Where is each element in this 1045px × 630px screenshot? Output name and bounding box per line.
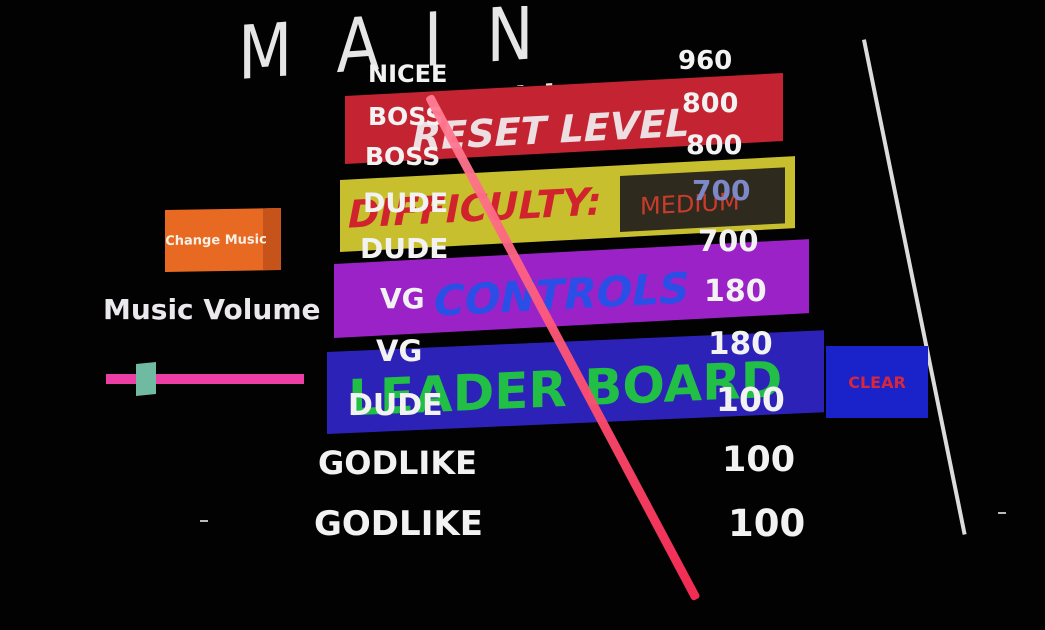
clear-label: CLEAR [848,372,906,392]
clear-leaderboard-button[interactable]: CLEAR [826,346,928,418]
leaderboard-score-7: 180 [708,326,773,362]
leaderboard-score-10: 100 [728,502,806,545]
leaderboard-score-1: 960 [678,46,733,76]
leaderboard-name-7: VG [376,334,423,368]
menu-border-line [862,39,967,535]
change-music-button[interactable]: Change Music [165,207,281,273]
leaderboard-name-6: VG [380,282,425,315]
leaderboard-name-3: BOSS [365,142,441,171]
music-volume-label: Music Volume [103,293,321,326]
leaderboard-name-4: DUDE [363,188,449,219]
vr-main-menu-scene: MAIN MENU RESET LEVEL DIFFICULTY: MEDIUM… [0,0,1045,630]
change-music-label: Change Music [165,231,267,249]
divider-mark-right [998,512,1006,514]
leaderboard-name-10: GODLIKE [314,504,483,544]
main-menu-title: MAIN MENU [238,6,898,86]
leaderboard-score-4: 700 [692,174,751,207]
leaderboard-name-1: NICEE [368,60,448,88]
leaderboard-score-2: 800 [682,88,739,119]
divider-mark-left [200,520,208,522]
leaderboard-score-6: 180 [704,274,767,309]
leaderboard-score-3: 800 [686,130,743,161]
leaderboard-score-8: 100 [716,380,785,419]
music-volume-slider-handle[interactable] [136,361,156,397]
leaderboard-name-5: DUDE [360,232,449,265]
leaderboard-name-9: GODLIKE [318,444,477,482]
leaderboard-score-5: 700 [698,224,759,258]
leaderboard-score-9: 100 [722,440,796,480]
leaderboard-name-8: DUDE [348,388,443,423]
